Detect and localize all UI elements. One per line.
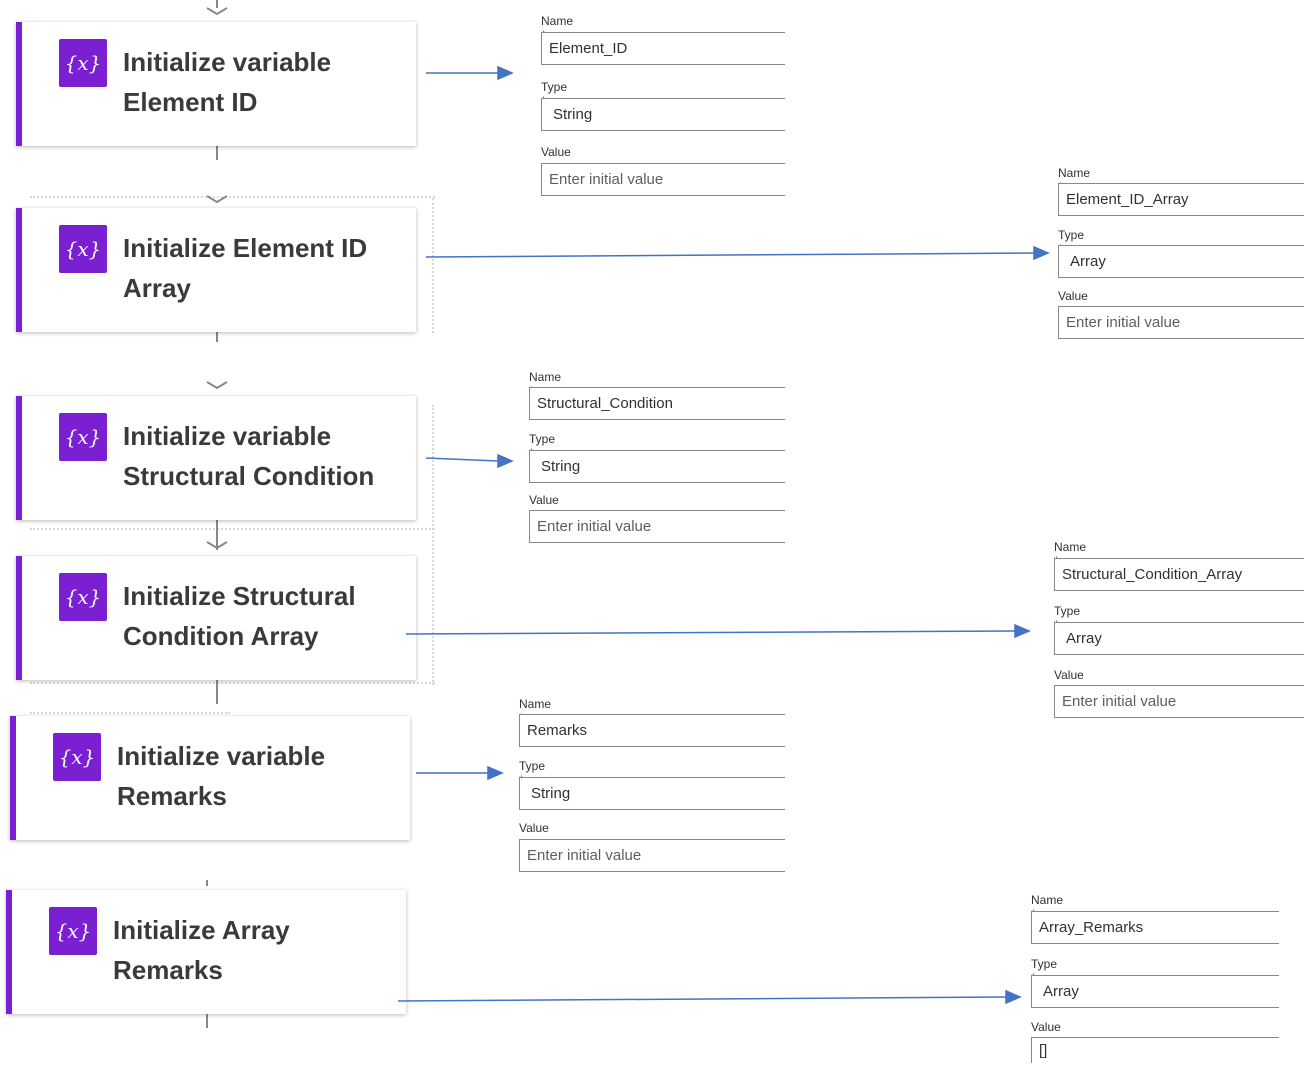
annotation-arrow: [425, 457, 499, 462]
annotation-arrow: [405, 630, 1016, 635]
annotation-arrowhead: [1033, 245, 1050, 261]
annotation-arrowhead: [497, 453, 514, 469]
annotation-arrow: [397, 996, 1007, 1002]
annotation-arrowhead: [487, 765, 504, 781]
annotation-arrowhead: [1014, 623, 1031, 639]
annotation-arrow: [425, 252, 1035, 258]
annotation-arrowhead: [497, 65, 514, 81]
annotation-arrows: [397, 65, 1050, 1005]
annotation-arrowhead: [1005, 989, 1022, 1005]
